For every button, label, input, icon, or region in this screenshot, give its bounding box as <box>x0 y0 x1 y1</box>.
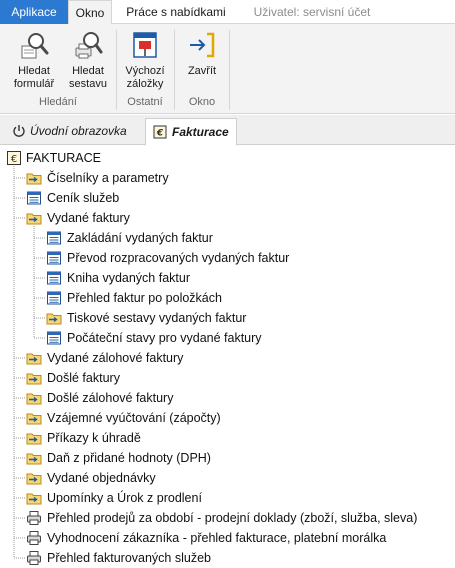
module-icon: € <box>7 151 21 165</box>
printer-icon <box>27 531 41 545</box>
folder-icon <box>26 213 42 225</box>
tree-item-label: Tiskové sestavy vydaných faktur <box>67 311 247 325</box>
vychozi-zalozky-label: Výchozí záložky <box>125 65 165 90</box>
tab-aplikace[interactable]: Aplikace <box>0 0 68 24</box>
tab-fakturace-label: Fakturace <box>172 125 229 139</box>
folder-icon <box>26 453 42 465</box>
tree-item-label: Daň z přidané hodnoty (DPH) <box>47 451 211 465</box>
tab-prace-s-nabidkami[interactable]: Práce s nabídkami <box>120 0 232 24</box>
tree-item-label: Došlé faktury <box>47 371 120 385</box>
close-window-icon <box>190 32 215 58</box>
group-ostatni: Výchozí záložky Ostatní <box>117 24 173 114</box>
tab-uvodni-obrazovka[interactable]: Úvodní obrazovka <box>8 118 140 145</box>
user-label: Uživatel: servisní účet KTK <box>253 5 371 43</box>
power-icon <box>13 125 25 137</box>
group-label-hledani: Hledání <box>39 96 77 108</box>
form-icon <box>47 291 61 305</box>
group-label-okno: Okno <box>188 96 216 108</box>
group-hledani: Hledat formulář Hledat sestavu Hledání <box>0 24 116 114</box>
search-report-icon <box>75 32 103 59</box>
group-label-ostatni: Ostatní <box>127 96 163 108</box>
tab-uvodni-obrazovka-label: Úvodní obrazovka <box>30 124 127 138</box>
tree-item-label: Přehled faktur po položkách <box>67 291 222 305</box>
hledat-formular-button[interactable]: Hledat formulář <box>6 28 62 94</box>
folder-icon <box>26 493 42 505</box>
tree-item-label: Přehled fakturovaných služeb <box>47 551 211 565</box>
folder-icon <box>26 173 42 185</box>
vychozi-zalozky-button[interactable]: Výchozí záložky <box>119 28 171 94</box>
tree-item-label: Zakládání vydaných faktur <box>67 231 213 245</box>
tab-okno[interactable]: Okno <box>68 0 112 25</box>
svg-text:€: € <box>156 129 164 139</box>
folder-icon <box>26 413 42 425</box>
group-okno: Zavřít Okno <box>175 24 229 114</box>
folder-icon <box>26 373 42 385</box>
tree-item-label: Došlé zálohové faktury <box>47 391 174 405</box>
tree-item-label: Upomínky a Úrok z prodlení <box>47 491 202 505</box>
svg-text:€: € <box>11 154 17 165</box>
form-icon <box>47 251 61 265</box>
printer-icon <box>27 551 41 565</box>
ribbon-tab-bar: Aplikace Okno Práce s nabídkami Uživatel… <box>0 0 455 43</box>
ribbon: Hledat formulář Hledat sestavu Hledání V… <box>0 24 455 114</box>
form-icon <box>27 191 41 205</box>
folder-icon <box>26 393 42 405</box>
tree-item-label: Kniha vydaných faktur <box>67 271 190 285</box>
hledat-formular-label: Hledat formulář <box>13 65 55 90</box>
zavrit-button[interactable]: Zavřít <box>177 28 227 94</box>
form-icon <box>47 231 61 245</box>
hledat-sestavu-button[interactable]: Hledat sestavu <box>60 28 116 94</box>
tree-item-label: Číselníky a parametry <box>47 171 169 185</box>
tree-item-label: Vydané faktury <box>47 211 130 225</box>
tree-item-label: Vzájemné vyúčtování (zápočty) <box>47 411 221 425</box>
folder-icon <box>26 473 42 485</box>
zavrit-label: Zavřít <box>187 65 217 77</box>
tree-item-label: Vyhodnocení zákazníka - přehled fakturac… <box>47 531 387 545</box>
tree-item-label: Převod rozpracovaných vydaných faktur <box>67 251 290 265</box>
document-tab-bar: Úvodní obrazovka € Fakturace <box>0 115 455 146</box>
tree-item-label: Počáteční stavy pro vydané faktury <box>67 331 262 345</box>
navigation-tree: € FAKTURACE Číselníky a parametry Ceník slu… <box>0 146 455 568</box>
hledat-sestavu-label: Hledat sestavu <box>69 65 107 90</box>
default-tabs-icon <box>133 32 157 58</box>
folder-icon <box>46 313 62 325</box>
search-form-icon <box>21 33 49 59</box>
tree-item-label: FAKTURACE <box>26 151 102 165</box>
tree-item-label: Vydané zálohové faktury <box>47 351 184 365</box>
printer-icon <box>27 511 41 525</box>
group-separator <box>229 30 230 110</box>
folder-icon <box>26 433 42 445</box>
tree-item-label: Příkazy k úhradě <box>47 431 141 445</box>
tree-item-label: Ceník služeb <box>47 191 120 205</box>
tree-item-label: Přehled prodejů za období - prodejní dok… <box>47 511 418 525</box>
form-icon <box>47 271 61 285</box>
tab-fakturace[interactable]: € Fakturace <box>145 118 237 146</box>
folder-icon <box>26 353 42 365</box>
tree-item-label: Vydané objednávky <box>47 471 156 485</box>
form-icon <box>47 331 61 345</box>
invoice-module-icon: € <box>153 125 167 139</box>
